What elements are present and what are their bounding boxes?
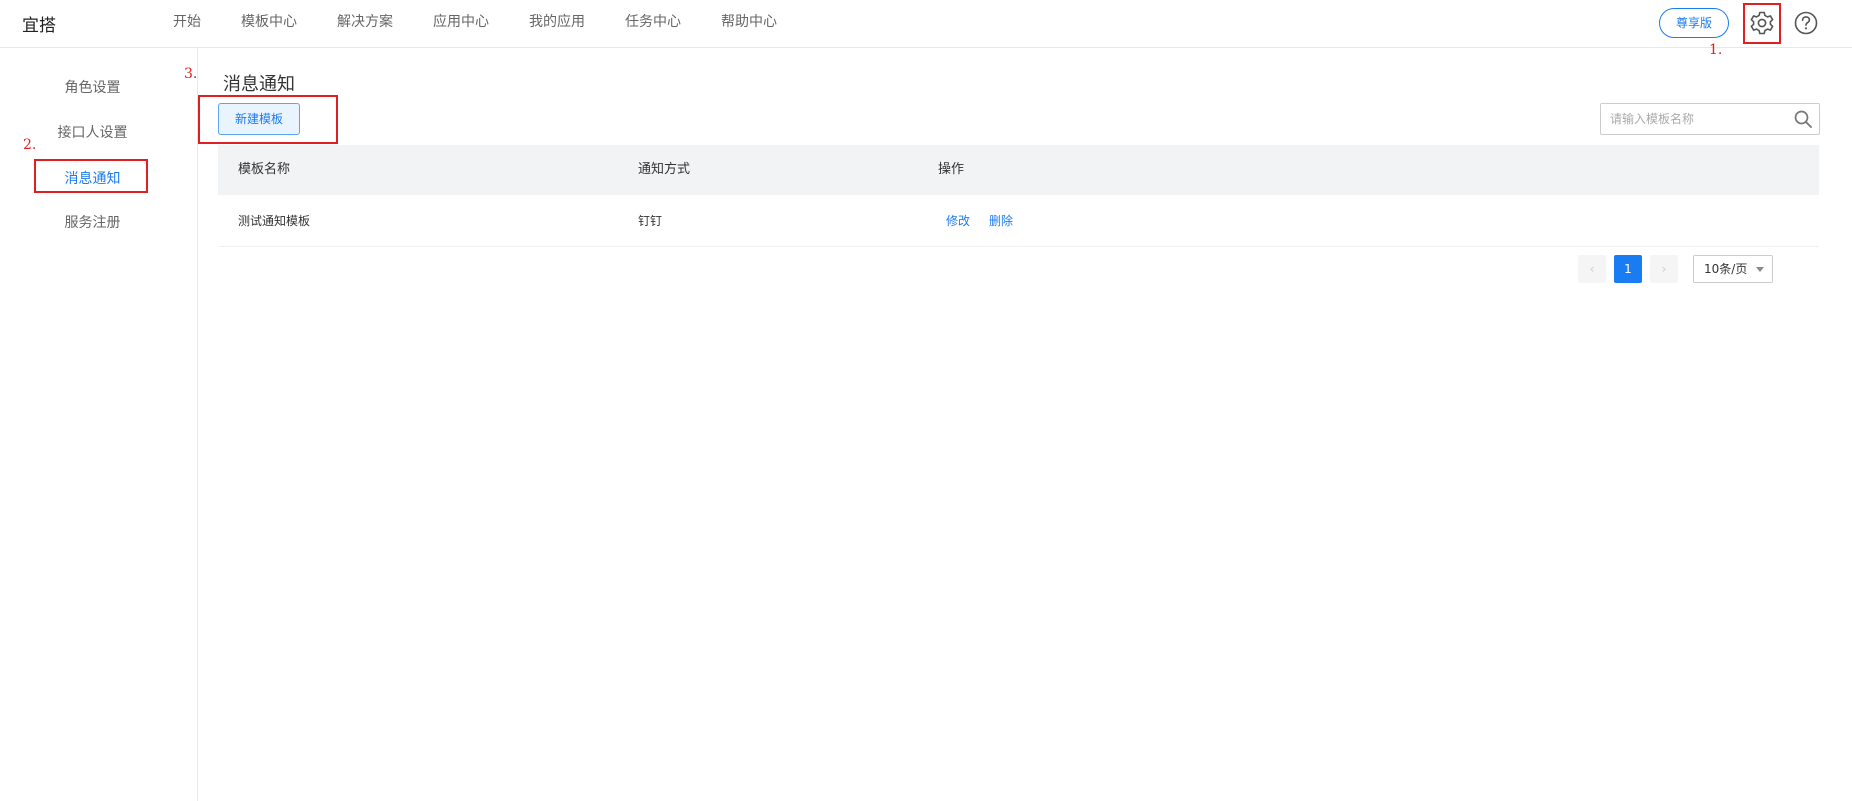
annotation-number-2: 2. bbox=[23, 137, 37, 153]
nav-task-center[interactable]: 任务中心 bbox=[625, 0, 681, 48]
search-icon[interactable] bbox=[1793, 109, 1813, 129]
pagination-next-button[interactable]: › bbox=[1650, 255, 1678, 283]
top-header: 宜搭 开始 模板中心 解决方案 应用中心 我的应用 任务中心 帮助中心 尊享版 bbox=[0, 0, 1852, 48]
template-table: 模板名称 通知方式 操作 测试通知模板 钉钉 修改 删除 bbox=[218, 145, 1819, 247]
page-size-select[interactable]: 10条/页 bbox=[1693, 255, 1773, 283]
chevron-down-icon bbox=[1756, 267, 1764, 272]
annotation-box-settings bbox=[1743, 3, 1781, 44]
nav-template-center[interactable]: 模板中心 bbox=[241, 0, 297, 48]
column-header-template-name: 模板名称 bbox=[238, 162, 291, 177]
annotation-box-sidebar bbox=[34, 159, 148, 193]
nav-help-center[interactable]: 帮助中心 bbox=[721, 0, 777, 48]
page-size-value: 10条/页 bbox=[1704, 262, 1748, 276]
annotation-number-1: 1. bbox=[1709, 42, 1723, 58]
annotation-number-3: 3. bbox=[184, 66, 198, 82]
pagination-prev-button[interactable]: ‹ bbox=[1578, 255, 1606, 283]
delete-link[interactable]: 删除 bbox=[989, 195, 1013, 247]
pagination-page-1[interactable]: 1 bbox=[1614, 255, 1642, 283]
annotation-box-new-template bbox=[198, 95, 338, 144]
column-header-actions: 操作 bbox=[938, 162, 965, 177]
notify-method-cell: 钉钉 bbox=[638, 214, 663, 228]
page-title: 消息通知 bbox=[223, 74, 295, 95]
nav-app-center[interactable]: 应用中心 bbox=[433, 0, 489, 48]
app-logo[interactable]: 宜搭 bbox=[22, 11, 56, 36]
template-name-cell: 测试通知模板 bbox=[238, 214, 311, 228]
nav-start[interactable]: 开始 bbox=[173, 0, 201, 48]
help-icon[interactable] bbox=[1793, 10, 1819, 36]
nav-my-apps[interactable]: 我的应用 bbox=[529, 0, 585, 48]
template-search-input[interactable] bbox=[1601, 104, 1791, 134]
top-nav: 开始 模板中心 解决方案 应用中心 我的应用 任务中心 帮助中心 bbox=[173, 0, 817, 48]
column-header-notify-method: 通知方式 bbox=[638, 162, 691, 177]
sidebar-item-role-settings[interactable]: 角色设置 bbox=[0, 77, 185, 97]
search-box bbox=[1600, 103, 1820, 135]
sidebar-item-service-registration[interactable]: 服务注册 bbox=[0, 212, 185, 232]
edit-link[interactable]: 修改 bbox=[946, 195, 970, 247]
nav-solutions[interactable]: 解决方案 bbox=[337, 0, 393, 48]
table-row: 测试通知模板 钉钉 修改 删除 bbox=[218, 195, 1819, 247]
table-header: 模板名称 通知方式 操作 bbox=[218, 145, 1819, 195]
premium-edition-button[interactable]: 尊享版 bbox=[1659, 8, 1729, 38]
